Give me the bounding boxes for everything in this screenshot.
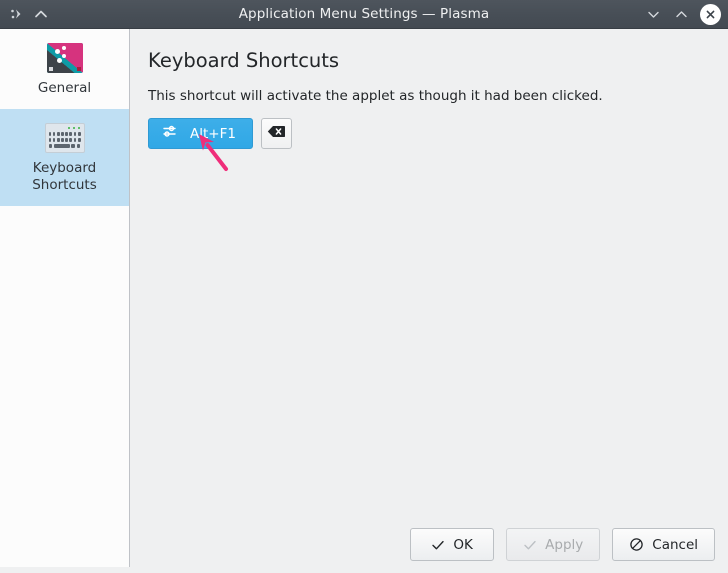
- shortcut-row: Alt+F1: [148, 118, 710, 149]
- sidebar-item-keyboard-shortcuts-label: Keyboard Shortcuts: [32, 160, 97, 193]
- chevron-up-icon[interactable]: [672, 5, 691, 24]
- cancel-button[interactable]: Cancel: [612, 528, 715, 561]
- plasma-applet-icon: [8, 5, 26, 23]
- clear-shortcut-button[interactable]: [260, 118, 292, 149]
- dialog-button-box: OK Apply Cancel: [410, 528, 715, 561]
- window-controls: [644, 0, 721, 29]
- window-title: Application Menu Settings — Plasma: [238, 6, 490, 22]
- backspace-delete-icon: [267, 124, 286, 143]
- main-pane: Keyboard Shortcuts This shortcut will ac…: [130, 29, 728, 573]
- cancel-button-label: Cancel: [652, 536, 698, 553]
- apply-button[interactable]: Apply: [506, 528, 601, 561]
- sidebar-item-general-label: General: [37, 80, 92, 96]
- shortcut-description: This shortcut will activate the applet a…: [148, 88, 603, 104]
- close-icon[interactable]: [700, 4, 721, 25]
- check-icon: [523, 538, 537, 552]
- shortcut-value: Alt+F1: [190, 125, 236, 142]
- prohibition-icon: [629, 537, 644, 552]
- title-bar: Application Menu Settings — Plasma: [0, 0, 728, 29]
- application-window: Application Menu Settings — Plasma Gener…: [0, 0, 728, 573]
- configure-sliders-icon: [162, 123, 179, 144]
- check-icon: [431, 538, 445, 552]
- ok-button-label: OK: [453, 536, 473, 553]
- settings-sidebar: General Keyboard Shortcuts: [0, 29, 130, 567]
- chevron-down-icon[interactable]: [644, 5, 663, 24]
- titlebar-left-group: [0, 5, 50, 23]
- collapse-chevron-icon[interactable]: [32, 5, 50, 23]
- window-content: General Keyboard Shortcuts Keyboard Shor…: [0, 29, 728, 573]
- ok-button[interactable]: OK: [410, 528, 495, 561]
- application-menu-icon: [46, 43, 83, 73]
- sidebar-item-general[interactable]: General: [0, 29, 129, 109]
- keyboard-icon: [44, 123, 85, 153]
- apply-button-label: Apply: [545, 536, 584, 553]
- sidebar-item-keyboard-shortcuts[interactable]: Keyboard Shortcuts: [0, 109, 129, 206]
- page-title: Keyboard Shortcuts: [148, 49, 340, 72]
- shortcut-capture-button[interactable]: Alt+F1: [148, 118, 253, 149]
